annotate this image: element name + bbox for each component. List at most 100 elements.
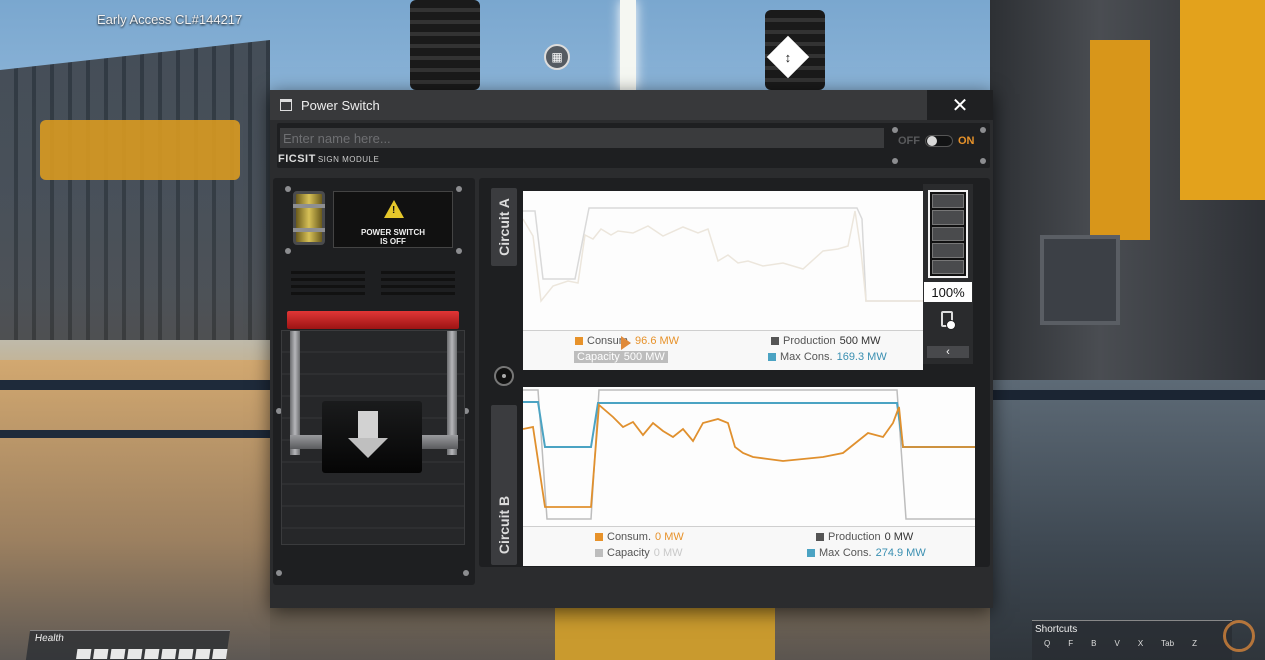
name-input[interactable] — [280, 128, 884, 148]
screw-icon — [980, 127, 986, 133]
circuit-b-consumption-line — [523, 403, 975, 508]
circuits-panel: Circuit A Consum. 96.6 MW Production 500… — [479, 178, 990, 567]
shortcuts-bar: Shortcuts Q F B V X Tab Z — [1032, 620, 1232, 660]
warning-icon: ! — [384, 200, 404, 218]
toggle-off-label: OFF — [898, 135, 920, 147]
circuit-a-legend: Consum. 96.6 MW Production 500 MW Capaci… — [523, 330, 923, 370]
legend-swatch — [816, 533, 824, 541]
vent-grille — [291, 271, 365, 295]
shortcut-key[interactable]: F — [1068, 639, 1073, 648]
legend-label: Capacity — [607, 547, 650, 559]
legend-value: 274.9 MW — [875, 547, 926, 559]
background-railing — [990, 390, 1265, 400]
health-bar: Health — [25, 630, 231, 660]
shortcut-key[interactable]: Z — [1192, 639, 1197, 648]
switch-top-bar[interactable] — [287, 311, 459, 329]
status-text: POWER SWITCH IS OFF — [334, 228, 452, 246]
battery-collapse-button[interactable]: ‹ — [927, 346, 969, 358]
legend-value: 500 MW — [839, 335, 881, 347]
background-structure — [40, 120, 240, 180]
light-beam — [620, 0, 636, 90]
screw-icon — [892, 158, 898, 164]
window-title: Power Switch — [301, 97, 380, 113]
background-structure — [0, 40, 270, 340]
circuit-a-capacity-line — [523, 207, 923, 302]
down-arrow-icon — [348, 438, 388, 458]
circuit-b-maxcons-line — [523, 401, 975, 448]
power-toggle[interactable] — [925, 135, 953, 147]
recording-logo-icon — [1223, 620, 1255, 652]
battery-panel: 100% ‹ — [923, 184, 973, 364]
background-floor — [990, 380, 1265, 660]
window-icon — [280, 99, 292, 111]
close-button[interactable]: ✕ — [927, 90, 993, 120]
power-pole-coil — [410, 0, 480, 90]
sign-module-label: FICSIT SIGN MODULE — [278, 153, 379, 165]
legend-swatch — [595, 549, 603, 557]
legend-swatch — [768, 353, 776, 361]
legend-label: Production — [783, 335, 836, 347]
legend-value: 0 MW — [884, 531, 914, 543]
status-display: ! POWER SWITCH IS OFF — [333, 191, 453, 248]
legend-swatch — [595, 533, 603, 541]
background-structure — [1090, 40, 1150, 240]
brand-logo: FICSIT — [278, 153, 316, 165]
legend-value: 96.6 MW — [635, 335, 680, 347]
mouse-cursor-icon — [621, 336, 631, 350]
shortcut-keys: Q F B V X Tab Z — [1044, 639, 1197, 648]
battery-icon — [941, 311, 956, 330]
background-floor — [0, 360, 270, 660]
status-line: POWER SWITCH — [361, 228, 425, 237]
switch-panel: ! POWER SWITCH IS OFF — [273, 178, 475, 585]
legend-capacity[interactable]: Capacity 500 MW — [574, 351, 668, 363]
legend-value: 0 MW — [655, 531, 684, 543]
circuit-b-legend: Consum. 0 MW Production 0 MW Capacity 0 … — [523, 526, 975, 566]
screw-icon — [456, 186, 462, 192]
legend-consumption: Consum. 0 MW — [595, 531, 684, 543]
legend-label: Production — [828, 531, 881, 543]
status-line: IS OFF — [380, 237, 406, 246]
shortcut-key[interactable]: V — [1114, 639, 1119, 648]
shortcut-key[interactable]: B — [1091, 639, 1096, 648]
tab-circuit-b[interactable]: Circuit B — [491, 405, 517, 565]
legend-value: 169.3 MW — [836, 351, 887, 363]
legend-value: 500 MW — [623, 351, 665, 363]
legend-production: Production 500 MW — [771, 335, 881, 347]
legend-production: Production 0 MW — [816, 531, 913, 543]
circuit-a-graph: Consum. 96.6 MW Production 500 MW Capaci… — [523, 191, 923, 370]
battery-percent: 100% — [924, 282, 972, 302]
screw-icon — [285, 248, 291, 254]
legend-swatch — [807, 549, 815, 557]
shortcut-key[interactable]: Q — [1044, 639, 1050, 648]
shortcuts-label: Shortcuts — [1035, 624, 1078, 635]
health-label: Health — [34, 633, 65, 644]
power-switch-window: Power Switch ✕ FICSITSIGN MODULE OFF ON … — [270, 90, 993, 608]
background-structure — [1180, 0, 1265, 200]
health-cells — [76, 649, 228, 659]
module-label: SIGN MODULE — [317, 155, 380, 164]
window-titlebar: Power Switch ✕ — [270, 90, 993, 120]
legend-label: Consum. — [607, 531, 652, 543]
shortcut-key[interactable]: Tab — [1161, 639, 1174, 648]
toggle-knob — [927, 136, 937, 146]
background-vent — [1040, 235, 1120, 325]
legend-swatch — [771, 337, 779, 345]
background-structure — [555, 608, 775, 660]
tab-circuit-a[interactable]: Circuit A — [491, 188, 517, 266]
battery-gauge — [928, 190, 968, 278]
background-railing — [0, 430, 270, 438]
legend-max-consumption: Max Cons. 274.9 MW — [807, 547, 926, 559]
screw-icon — [980, 158, 986, 164]
tab-label: Circuit B — [496, 495, 512, 555]
background-railing — [0, 380, 270, 390]
sign-module: FICSITSIGN MODULE OFF ON — [277, 123, 990, 168]
legend-label: Capacity — [577, 351, 620, 363]
legend-capacity: Capacity 0 MW — [595, 547, 683, 559]
legend-max-consumption: Max Cons. 169.3 MW — [768, 351, 887, 363]
status-lamp-icon — [293, 191, 325, 245]
screw-icon — [463, 570, 469, 576]
shortcut-key[interactable]: X — [1138, 639, 1143, 648]
screw-icon — [456, 248, 462, 254]
screw-icon — [276, 570, 282, 576]
legend-value: 0 MW — [653, 547, 683, 559]
